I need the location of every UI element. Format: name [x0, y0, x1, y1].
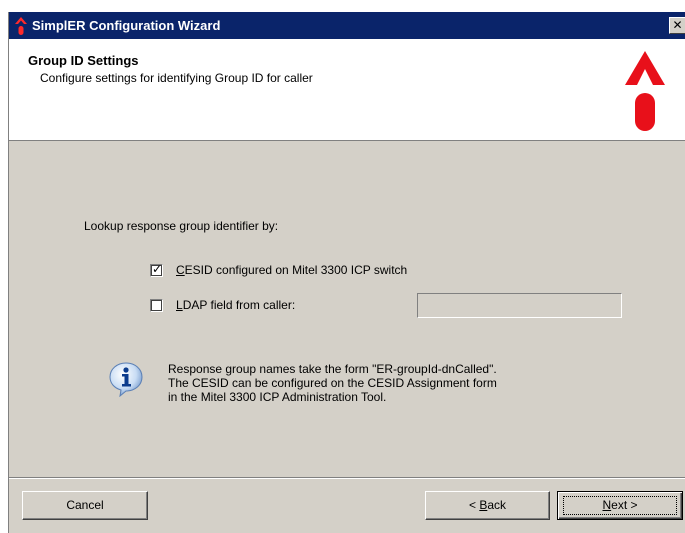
- info-message: Response group names take the form "ER-g…: [168, 362, 497, 404]
- info-line: The CESID can be configured on the CESID…: [168, 376, 497, 390]
- simpler-logo-icon: [15, 17, 27, 35]
- close-button[interactable]: ✕: [669, 17, 685, 34]
- page-subtitle: Configure settings for identifying Group…: [40, 71, 313, 85]
- info-icon: [109, 362, 143, 397]
- wizard-header: Group ID Settings Configure settings for…: [9, 39, 685, 141]
- back-label-text: ack: [487, 498, 507, 512]
- cesid-option-label[interactable]: CESID configured on Mitel 3300 ICP switc…: [176, 263, 407, 277]
- next-button[interactable]: Next >: [557, 491, 683, 520]
- ldap-field-input[interactable]: [417, 293, 622, 318]
- simpler-logo: [625, 51, 665, 131]
- ldap-label-text: DAP field from caller:: [182, 298, 296, 312]
- cesid-label-text: ESID configured on Mitel 3300 ICP switch: [184, 263, 408, 277]
- title-bar[interactable]: SimplER Configuration Wizard ✕: [9, 12, 685, 39]
- ldap-option-label[interactable]: LDAP field from caller:: [176, 298, 295, 312]
- ldap-mnemonic: L: [176, 298, 183, 312]
- cancel-button[interactable]: Cancel: [22, 491, 148, 520]
- check-mark-icon: ✓: [152, 262, 163, 276]
- page-title: Group ID Settings: [28, 53, 139, 68]
- wizard-window: SimplER Configuration Wizard ✕ Group ID …: [8, 12, 685, 533]
- info-line: Response group names take the form "ER-g…: [168, 362, 497, 376]
- back-button[interactable]: < Back: [425, 491, 550, 520]
- lookup-label: Lookup response group identifier by:: [84, 219, 279, 233]
- focus-rectangle: [563, 496, 677, 515]
- info-line: in the Mitel 3300 ICP Administration Too…: [168, 390, 387, 404]
- cesid-mnemonic: C: [176, 263, 185, 277]
- footer-divider-highlight: [9, 478, 685, 479]
- cesid-checkbox[interactable]: ✓: [150, 262, 163, 277]
- window-title: SimplER Configuration Wizard: [32, 18, 221, 33]
- back-prefix: <: [468, 498, 480, 512]
- ldap-checkbox[interactable]: [150, 299, 163, 312]
